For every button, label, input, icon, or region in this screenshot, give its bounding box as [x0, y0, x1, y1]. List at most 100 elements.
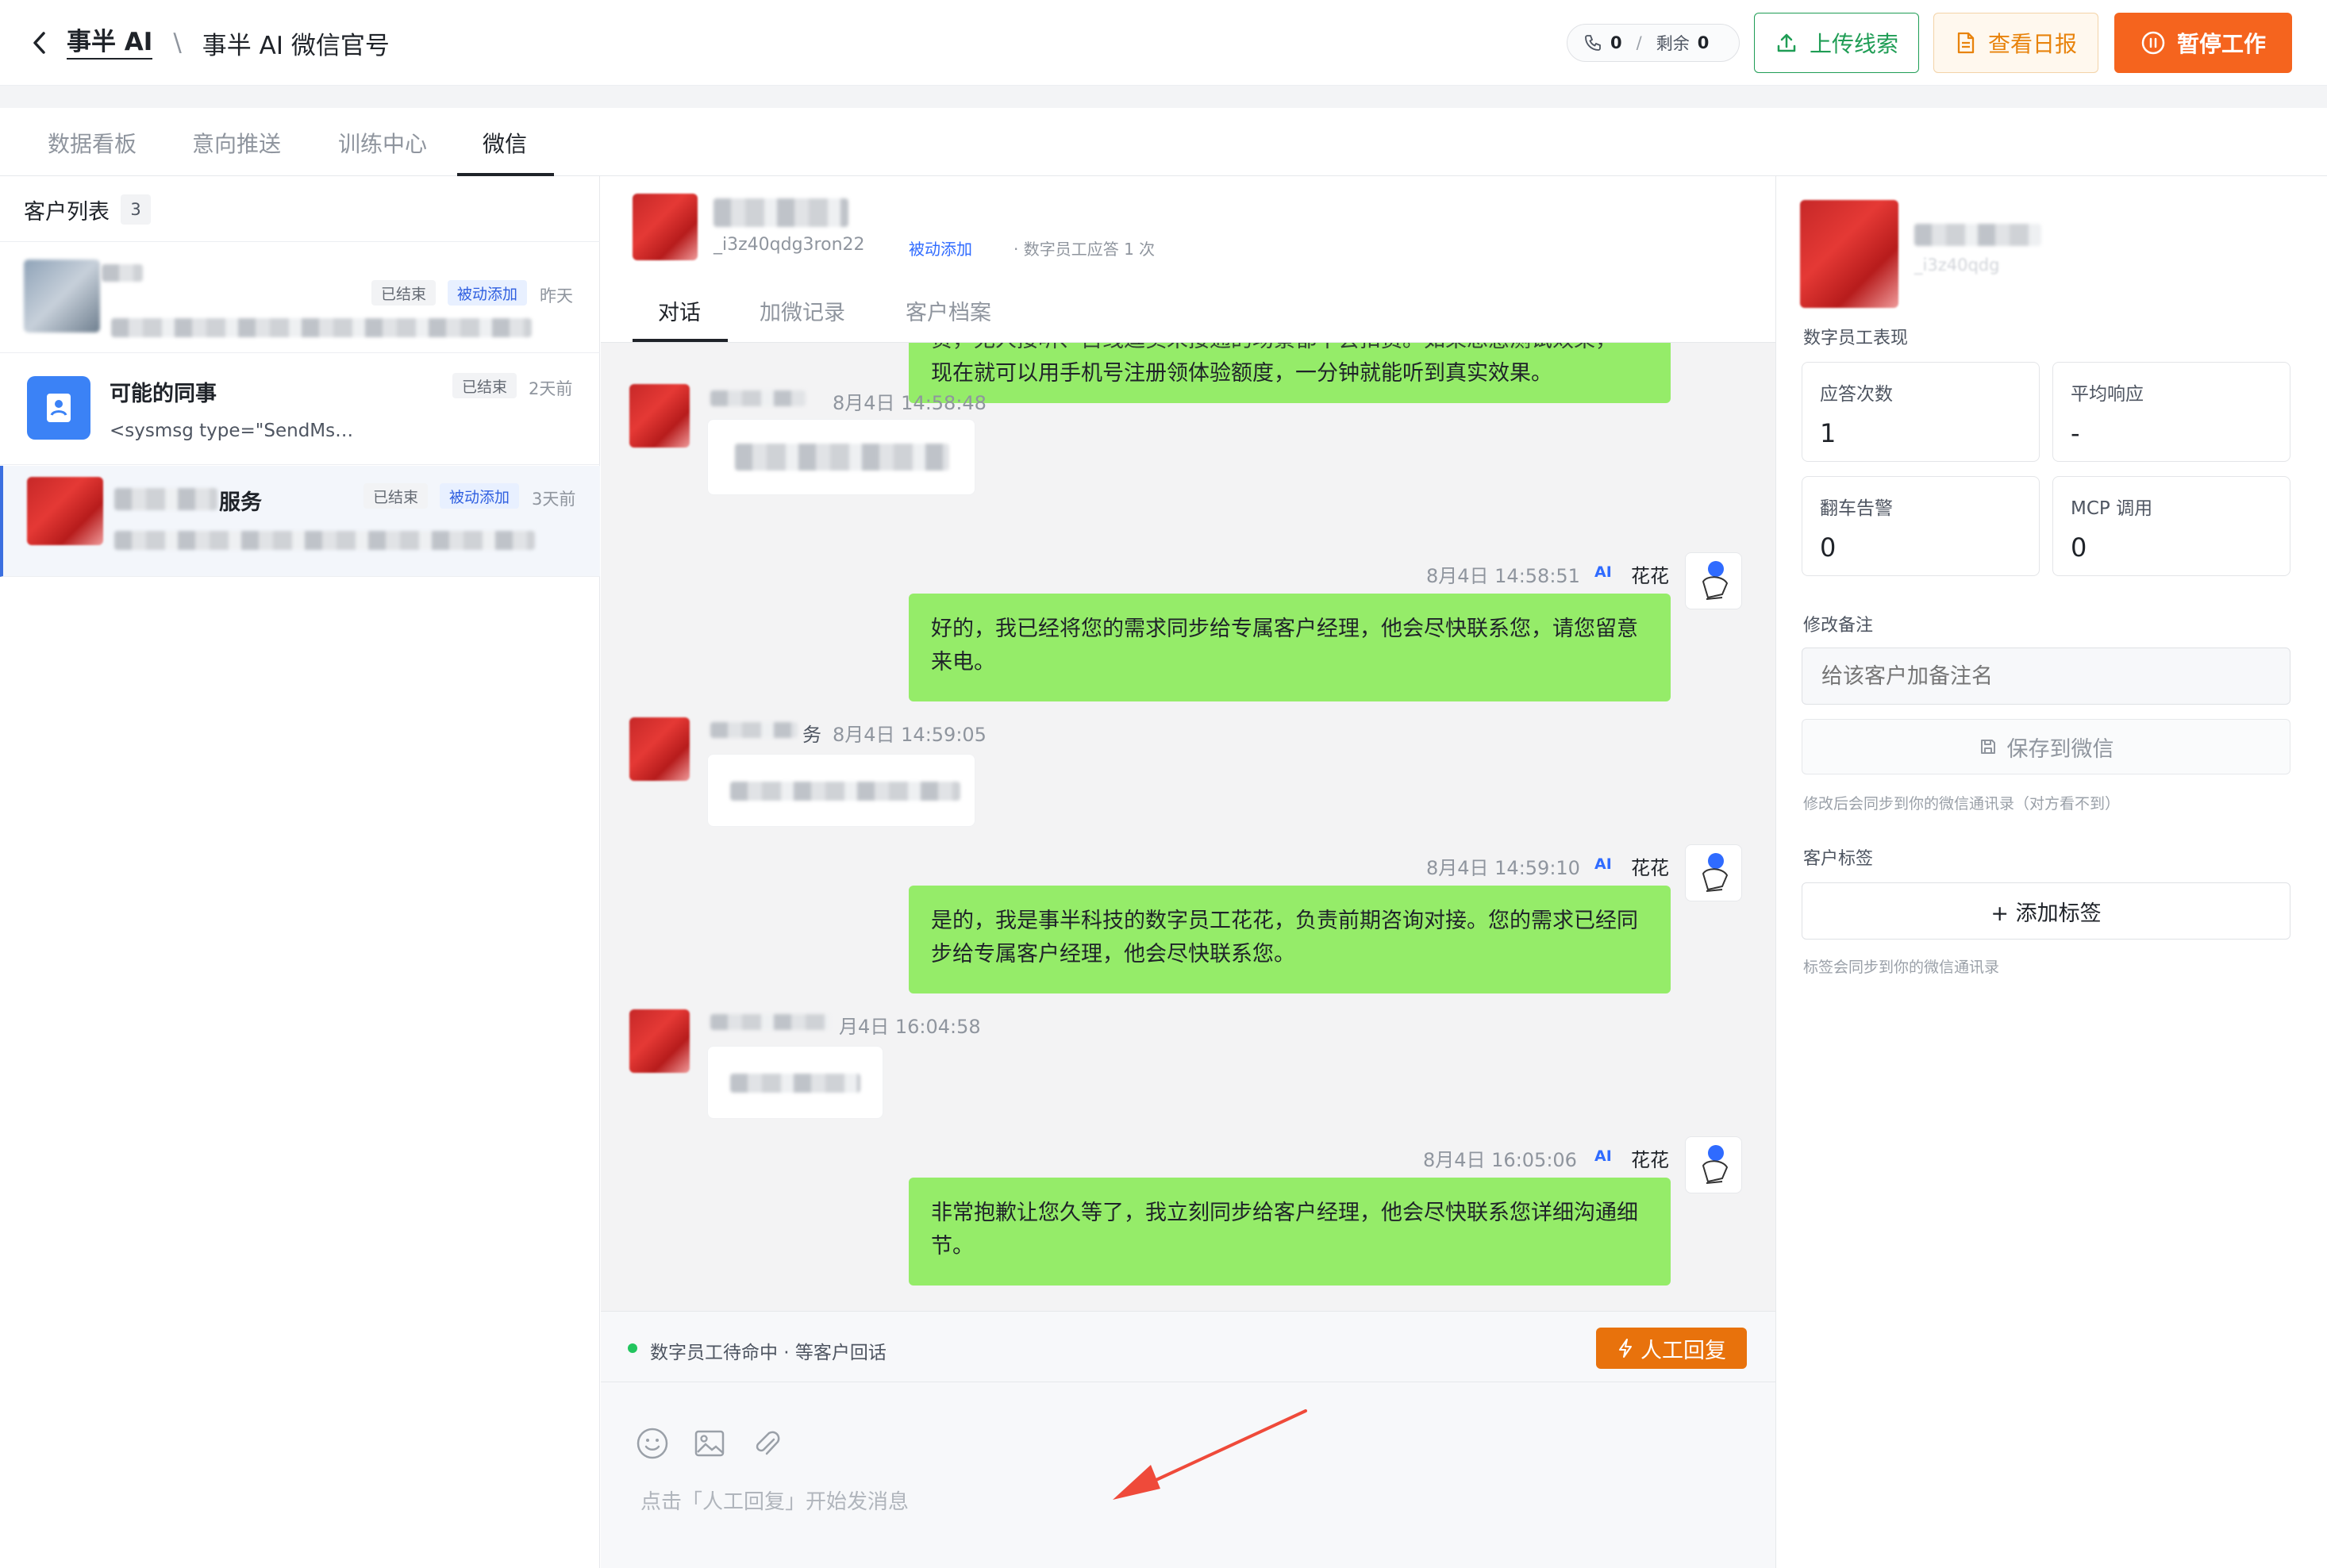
- contact-name-blurred: [713, 198, 848, 227]
- lightning-icon: [1619, 1339, 1632, 1358]
- customer-name-blurred: [102, 264, 143, 282]
- customer-avatar: [24, 259, 100, 332]
- upload-leads-button[interactable]: 上传线索: [1754, 13, 1919, 73]
- pause-work-button[interactable]: 暂停工作: [2114, 13, 2292, 73]
- add-tag-label: + 添加标签: [1990, 901, 2102, 926]
- messages-area: 贵，无人接听、占线逗卖未接通的场景都不会扣费。如果想感测试效果， 现在就可以用手…: [601, 343, 1775, 1311]
- customer-list-item[interactable]: 已结束 被动添加 昨天: [0, 242, 600, 353]
- contact-source-link[interactable]: 被动添加: [909, 236, 972, 259]
- bot-name: 花花: [1631, 565, 1669, 587]
- ai-badge: AI: [1594, 855, 1612, 873]
- main-tabs: 数据看板 意向推送 训练中心 微信: [0, 108, 2327, 176]
- metric-value: -: [2071, 418, 2080, 448]
- call-quota-pill: 0 / 剩余 0: [1567, 24, 1740, 62]
- breadcrumb-separator: \: [173, 29, 182, 57]
- bot-avatar: [1685, 552, 1742, 609]
- profile-panel: _i3z40qdg 数字员工表现 应答次数 1 平均响应 - 翻车告警 0 MC…: [1775, 176, 2327, 1568]
- customer-name: 服务: [219, 490, 262, 515]
- online-dot-icon: [628, 1343, 637, 1353]
- add-tag-button[interactable]: + 添加标签: [1802, 882, 2290, 940]
- perf-section-title: 数字员工表现: [1803, 329, 1909, 348]
- source-badge: 被动添加: [448, 280, 528, 306]
- tab-dashboard[interactable]: 数据看板: [48, 127, 137, 159]
- ai-badge: AI: [1594, 563, 1612, 581]
- breadcrumb-root-link[interactable]: 事半 AI: [67, 26, 153, 60]
- tag-hint: 标签会同步到你的微信通讯录: [1803, 959, 2000, 976]
- subtab-add-records[interactable]: 加微记录: [760, 295, 845, 326]
- emoji-icon[interactable]: [636, 1427, 669, 1460]
- metric-value: 0: [2071, 532, 2087, 563]
- customer-count-badge: 3: [121, 194, 151, 225]
- customer-list-header: 客户列表 3: [24, 192, 151, 227]
- remark-input[interactable]: [1802, 648, 2290, 705]
- metric-label: MCP 调用: [2071, 498, 2153, 519]
- customer-avatar: [27, 477, 103, 545]
- metric-label: 翻车告警: [1820, 498, 1893, 519]
- sender-name-blurred: [710, 1014, 829, 1030]
- contact-avatar: [629, 717, 690, 781]
- customer-list-item[interactable]: 可能的同事 已结束 2天前 <sysmsg type="SendMs…: [0, 354, 600, 465]
- contact-avatar: [633, 194, 698, 260]
- subtab-conversation[interactable]: 对话: [658, 295, 701, 326]
- tab-wechat[interactable]: 微信: [483, 127, 527, 159]
- message-preview: <sysmsg type="SendMs…: [110, 421, 354, 441]
- tab-intent-push[interactable]: 意向推送: [192, 127, 281, 159]
- metric-card: 应答次数 1: [1802, 362, 2040, 462]
- customer-list-panel: 客户列表 3 已结束 被动添加 昨天 可能的同事 已结束 2天前 <sysmsg…: [0, 176, 600, 1568]
- save-to-wechat-button[interactable]: 保存到微信: [1802, 719, 2290, 774]
- sender-name-blurred: [710, 722, 798, 738]
- outgoing-message: 是的，我是事半科技的数字员工花花，负责前期咨询对接。您的需求已经同步给专属客户经…: [909, 886, 1671, 993]
- bot-avatar: [1685, 844, 1742, 901]
- metric-value: 0: [1820, 532, 1837, 563]
- preview-blurred: [114, 531, 535, 550]
- incoming-message: [707, 1046, 883, 1119]
- back-chevron-icon[interactable]: [29, 29, 51, 57]
- pause-circle-icon: [2141, 31, 2165, 55]
- message-blurred: [730, 1074, 860, 1093]
- metric-label: 平均响应: [2071, 384, 2144, 405]
- sender-name-suffix: 务: [802, 724, 821, 746]
- calls-count: 0: [1610, 33, 1622, 52]
- message-text: 好的，我已经将您的需求同步给专属客户经理，他会尽快联系您，请您留意来电。: [931, 617, 1638, 674]
- message-blurred: [735, 444, 949, 471]
- customer-name: 可能的同事: [110, 382, 217, 406]
- message-text-line: 贵，无人接听、占线逗卖未接通的场景都不会扣费。如果想感测试效果，: [931, 343, 1648, 357]
- outgoing-message-partial: 贵，无人接听、占线逗卖未接通的场景都不会扣费。如果想感测试效果， 现在就可以用手…: [909, 343, 1671, 403]
- attachment-icon[interactable]: [750, 1425, 783, 1462]
- remaining-count: 0: [1697, 33, 1710, 52]
- message-blurred: [730, 782, 960, 801]
- tab-training[interactable]: 训练中心: [338, 127, 427, 159]
- incoming-message: [707, 419, 975, 495]
- last-active-time: 2天前: [529, 379, 573, 398]
- message-timestamp: 月4日 16:04:58: [839, 1016, 981, 1038]
- chat-status-bar: 数字员工待命中 · 等客户回话 人工回复: [601, 1311, 1775, 1382]
- remark-hint: 修改后会同步到你的微信通讯录（对方看不到）: [1803, 795, 2121, 813]
- manual-reply-label: 人工回复: [1640, 1338, 1726, 1363]
- view-report-button[interactable]: 查看日报: [1933, 13, 2098, 73]
- chat-header: _i3z40qdg3ron22 被动添加 · 数字员工应答 1 次 对话 加微记…: [601, 176, 1775, 343]
- preview-blurred: [111, 318, 532, 337]
- message-timestamp: 8月4日 14:59:05: [833, 724, 987, 746]
- remark-section-title: 修改备注: [1803, 616, 1874, 636]
- outgoing-message: 好的，我已经将您的需求同步给专属客户经理，他会尽快联系您，请您留意来电。: [909, 594, 1671, 701]
- save-to-wechat-label: 保存到微信: [2006, 736, 2114, 762]
- image-icon[interactable]: [693, 1427, 726, 1460]
- last-active-time: 昨天: [540, 286, 573, 306]
- customer-list-item-selected[interactable]: 服务 已结束 被动添加 3天前: [0, 466, 600, 577]
- message-input-placeholder[interactable]: 点击「人工回复」开始发消息: [640, 1485, 909, 1515]
- remaining-label: 剩余: [1656, 34, 1690, 53]
- sender-name-blurred: [710, 390, 806, 406]
- subtab-customer-profile[interactable]: 客户档案: [906, 295, 991, 326]
- contact-name-blurred: [1914, 224, 2041, 246]
- bot-status-text: 数字员工待命中 · 等客户回话: [650, 1343, 887, 1363]
- bot-avatar: [1685, 1136, 1742, 1193]
- metric-card: 翻车告警 0: [1802, 476, 2040, 576]
- contact-id: _i3z40qdg3ron22: [713, 235, 865, 255]
- bot-name: 花花: [1631, 857, 1669, 879]
- view-report-label: 查看日报: [1987, 31, 2077, 57]
- manual-reply-button[interactable]: 人工回复: [1596, 1328, 1747, 1369]
- contact-avatar: [1800, 200, 1898, 308]
- calls-separator: /: [1636, 33, 1642, 52]
- subtab-active-indicator: [633, 339, 728, 342]
- chat-panel: _i3z40qdg3ron22 被动添加 · 数字员工应答 1 次 对话 加微记…: [601, 176, 1775, 1568]
